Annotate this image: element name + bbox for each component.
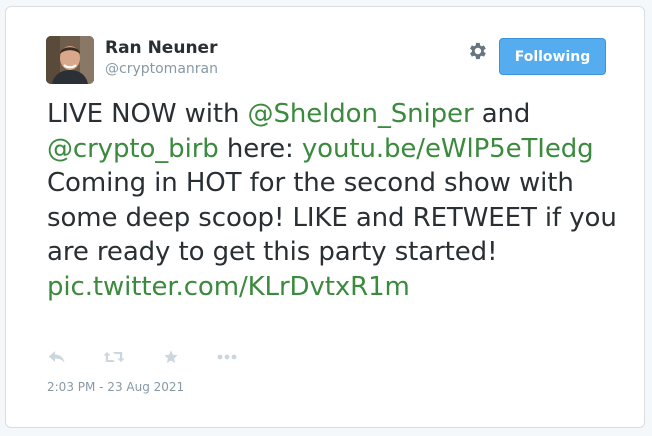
more-icon[interactable]	[216, 347, 238, 367]
mention-link-crypto-birb[interactable]: @crypto_birb	[47, 134, 219, 164]
tweet-timestamp[interactable]: 2:03 PM - 23 Aug 2021	[47, 380, 184, 394]
following-button[interactable]: Following	[499, 38, 606, 75]
tweet-text: LIVE NOW with @Sheldon_Sniper and @crypt…	[47, 97, 617, 304]
avatar[interactable]	[46, 36, 94, 84]
youtube-link[interactable]: youtu.be/eWlP5eTIedg	[302, 134, 594, 164]
pic-link[interactable]: pic.twitter.com/KLrDvtxR1m	[47, 272, 410, 302]
tweet-text-segment: here:	[218, 133, 302, 164]
tweet-card: Ran Neuner @cryptomanran Following LIVE …	[5, 6, 645, 428]
tweet-actions	[46, 347, 238, 367]
tweet-text-segment: LIVE NOW with	[47, 99, 248, 129]
gear-icon[interactable]	[466, 40, 488, 62]
tweet-text-segment: and	[473, 99, 531, 129]
tweet-text-segment: Coming in HOT for the second show with s…	[47, 168, 617, 267]
star-icon[interactable]	[160, 347, 182, 367]
mention-link-sheldon-sniper[interactable]: @Sheldon_Sniper	[248, 99, 474, 129]
author-handle[interactable]: @cryptomanran	[105, 61, 218, 77]
retweet-icon[interactable]	[103, 347, 125, 367]
reply-icon[interactable]	[46, 347, 68, 367]
author-name[interactable]: Ran Neuner	[105, 38, 217, 58]
